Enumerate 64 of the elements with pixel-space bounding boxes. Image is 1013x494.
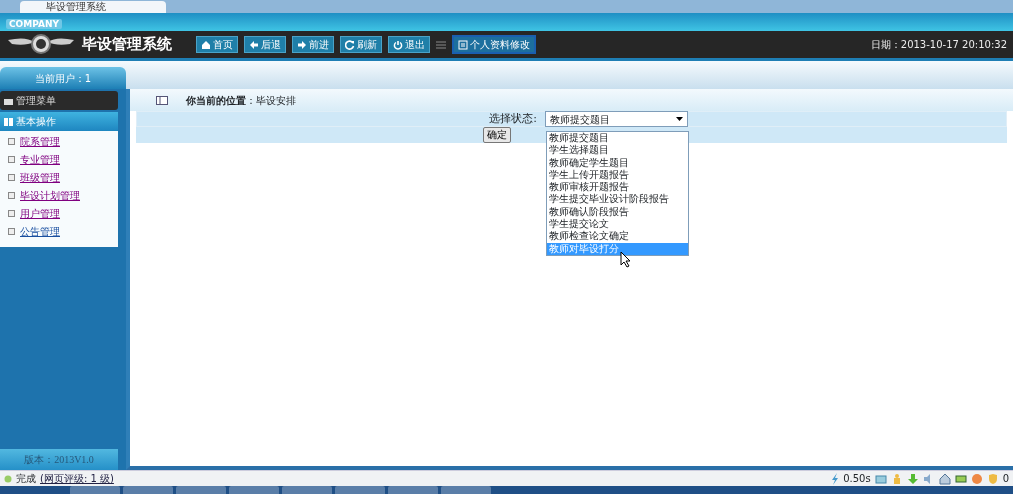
taskbar-button[interactable] bbox=[335, 486, 385, 494]
taskbar-button[interactable] bbox=[229, 486, 279, 494]
grid-icon bbox=[4, 117, 13, 126]
nav-button[interactable]: 前进 bbox=[292, 36, 334, 53]
dropdown-option[interactable]: 教师审核开题报告 bbox=[547, 181, 688, 194]
count-label: 0 bbox=[1002, 472, 1009, 486]
system-title: 毕设管理系统 bbox=[82, 34, 172, 56]
nav-button[interactable]: 退出 bbox=[388, 36, 430, 53]
menu-link[interactable]: 毕设计划管理 bbox=[20, 188, 80, 203]
page-icon bbox=[8, 228, 15, 235]
nav-button[interactable]: 刷新 bbox=[340, 36, 382, 53]
taskbar-button[interactable] bbox=[70, 486, 120, 494]
page-icon bbox=[8, 210, 15, 217]
browser-tab[interactable]: 毕设管理系统 bbox=[20, 1, 166, 13]
page-icon bbox=[8, 174, 15, 181]
taskbar-button[interactable] bbox=[282, 486, 332, 494]
nav-button[interactable]: 首页 bbox=[196, 36, 238, 53]
field-label: 选择状态: bbox=[489, 110, 537, 127]
company-label: COMPANY bbox=[6, 19, 62, 29]
dropdown-option[interactable]: 学生提交论文 bbox=[547, 218, 688, 231]
page-icon bbox=[8, 138, 15, 145]
menu-title: 管理菜单 bbox=[0, 91, 118, 110]
lightning-icon bbox=[831, 472, 840, 485]
current-user-label: 当前用户：1 bbox=[0, 67, 126, 89]
right-arrow-icon bbox=[297, 39, 307, 50]
taskbar-button[interactable] bbox=[388, 486, 438, 494]
rating-link[interactable]: (网页评级: 1 级) bbox=[40, 471, 114, 486]
date-label: 日期：2013-10-17 20:10:32 bbox=[870, 38, 1007, 52]
dropdown-option[interactable]: 学生提交毕业设计阶段报告 bbox=[547, 193, 688, 206]
dropdown-option[interactable]: 教师提交题目 bbox=[547, 132, 688, 145]
menu-link[interactable]: 专业管理 bbox=[20, 152, 60, 167]
dropdown-option[interactable]: 教师确认阶段报告 bbox=[547, 205, 688, 219]
power-icon bbox=[393, 39, 403, 50]
dropdown-option[interactable]: 学生选择题目 bbox=[547, 144, 688, 157]
document-icon bbox=[458, 39, 468, 50]
status-text: 完成 bbox=[16, 472, 36, 486]
menu-link[interactable]: 用户管理 bbox=[20, 206, 60, 221]
home-icon bbox=[201, 39, 211, 50]
menu-lines-icon bbox=[436, 39, 446, 50]
confirm-button[interactable]: 确定 bbox=[482, 127, 511, 143]
dropdown-option[interactable]: 教师确定学生题目 bbox=[547, 156, 688, 169]
taskbar-button[interactable] bbox=[176, 486, 226, 494]
taskbar-button[interactable] bbox=[123, 486, 173, 494]
nav-button[interactable]: 个人资料修改 bbox=[452, 35, 536, 54]
menu-link[interactable]: 院系管理 bbox=[20, 134, 60, 149]
menu-link[interactable]: 公告管理 bbox=[20, 224, 60, 239]
page-icon bbox=[8, 192, 15, 199]
down-arrow-icon bbox=[906, 472, 919, 485]
page-icon bbox=[8, 156, 15, 163]
bars-icon bbox=[4, 96, 13, 105]
load-time: 0.50s bbox=[843, 472, 871, 486]
menu-link[interactable]: 班级管理 bbox=[20, 170, 60, 185]
version-label: 版本：2013V1.0 bbox=[0, 449, 118, 470]
state-select[interactable]: 教师提交题目 bbox=[545, 111, 688, 127]
shield-icon bbox=[986, 472, 999, 485]
caret-icon bbox=[676, 117, 683, 121]
nav-button[interactable]: 后退 bbox=[244, 36, 286, 53]
breadcrumb: 你当前的位置：毕设安排 bbox=[186, 93, 296, 108]
left-arrow-icon bbox=[249, 39, 259, 50]
window-icon bbox=[156, 95, 168, 105]
taskbar-button[interactable] bbox=[441, 486, 491, 494]
dropdown-option[interactable]: 教师检查论文确定 bbox=[547, 230, 688, 243]
dropdown-option[interactable]: 学生上传开题报告 bbox=[547, 168, 688, 182]
refresh-icon bbox=[345, 39, 355, 50]
